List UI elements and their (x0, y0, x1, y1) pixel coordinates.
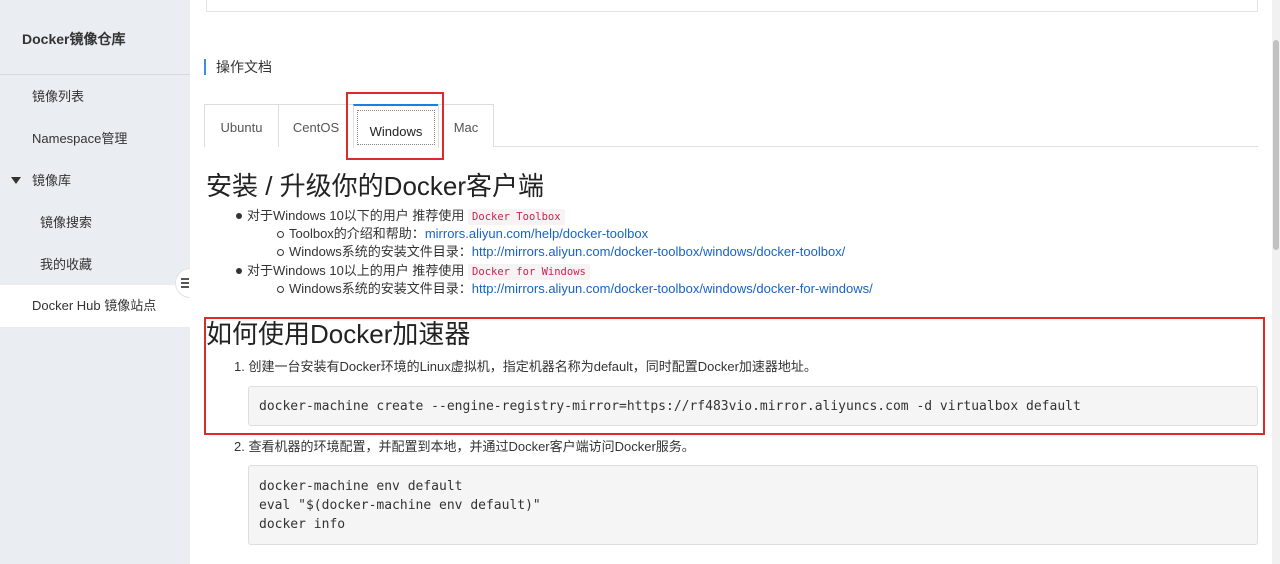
accelerator-step-1: 1. 创建一台安装有Docker环境的Linux虚拟机，指定机器名称为defau… (234, 359, 817, 374)
install-item-2: 对于Windows 10以上的用户 推荐使用 Docker for Window… (247, 262, 590, 281)
docker-toolbox-code: Docker Toolbox (468, 209, 565, 225)
sidebar-item-favorites[interactable]: 我的收藏 (0, 244, 190, 286)
code-block-env: docker-machine env default eval "$(docke… (248, 465, 1258, 545)
collapse-icon (181, 278, 189, 289)
bullet-icon (236, 268, 242, 274)
sidebar-item-label: Docker Hub 镜像站点 (32, 298, 157, 313)
caret-down-icon (11, 177, 21, 184)
install-sub-1: Toolbox的介绍和帮助：mirrors.aliyun.com/help/do… (289, 225, 648, 243)
sidebar-item-label: 我的收藏 (40, 257, 93, 272)
accelerator-heading: 如何使用Docker加速器 (206, 319, 471, 349)
code-line: docker-machine create --engine-registry-… (259, 399, 1081, 414)
sidebar-item-label: 镜像列表 (32, 89, 85, 104)
docker-for-windows-download-link[interactable]: http://mirrors.aliyun.com/docker-toolbox… (472, 281, 873, 296)
sidebar-item-label: 镜像库 (32, 173, 72, 188)
tab-centos[interactable]: CentOS (278, 104, 354, 147)
tab-ubuntu[interactable]: Ubuntu (204, 104, 279, 147)
install-item-2-text: 对于Windows 10以上的用户 推荐使用 (247, 263, 465, 278)
sidebar-item-docker-hub-mirror[interactable]: Docker Hub 镜像站点 (0, 285, 190, 327)
code-line: docker info (259, 517, 346, 532)
toolbox-help-link[interactable]: mirrors.aliyun.com/help/docker-toolbox (425, 226, 648, 241)
section-title: 操作文档 (204, 59, 272, 75)
toolbox-download-link[interactable]: http://mirrors.aliyun.com/docker-toolbox… (472, 244, 846, 259)
docker-for-windows-code: Docker for Windows (468, 264, 590, 280)
sidebar-item-label: Namespace管理 (32, 131, 128, 146)
sidebar-item-namespace[interactable]: Namespace管理 (0, 118, 190, 160)
tab-mac[interactable]: Mac (438, 104, 494, 147)
tab-label: Ubuntu (220, 120, 263, 135)
circle-bullet-icon (277, 249, 284, 256)
tab-label: Mac (453, 120, 479, 135)
main-content: 操作文档 Ubuntu CentOS Windows Mac 安装 / 升级你的… (190, 0, 1280, 564)
code-block-create-machine: docker-machine create --engine-registry-… (248, 386, 1258, 426)
circle-bullet-icon (277, 231, 284, 238)
app-root: Docker镜像仓库 镜像列表 Namespace管理 镜像库 镜像搜索 我的收… (0, 0, 1280, 564)
install-sub-2-text: Windows系统的安装文件目录： (289, 244, 472, 259)
sidebar-item-image-search[interactable]: 镜像搜索 (0, 202, 190, 244)
install-item-1: 对于Windows 10以下的用户 推荐使用 Docker Toolbox (247, 207, 565, 226)
top-panel-edge (206, 0, 1258, 12)
tab-label: CentOS (292, 120, 340, 135)
bullet-icon (236, 213, 242, 219)
sidebar-title: Docker镜像仓库 (0, 0, 190, 75)
install-sub-3-text: Windows系统的安装文件目录： (289, 281, 472, 296)
install-item-1-text: 对于Windows 10以下的用户 推荐使用 (247, 208, 465, 223)
tab-windows[interactable]: Windows (353, 104, 439, 148)
install-heading: 安装 / 升级你的Docker客户端 (206, 171, 545, 201)
tab-label: Windows (357, 110, 435, 145)
code-line: docker-machine env default (259, 479, 463, 494)
circle-bullet-icon (277, 286, 284, 293)
code-line: eval "$(docker-machine env default)" (259, 498, 541, 513)
sidebar-item-image-list[interactable]: 镜像列表 (0, 76, 190, 118)
sidebar-item-label: 镜像搜索 (40, 215, 93, 230)
install-sub-2: Windows系统的安装文件目录：http://mirrors.aliyun.c… (289, 243, 845, 261)
install-sub-3: Windows系统的安装文件目录：http://mirrors.aliyun.c… (289, 280, 873, 298)
sidebar: Docker镜像仓库 镜像列表 Namespace管理 镜像库 镜像搜索 我的收… (0, 0, 190, 564)
scrollbar-thumb[interactable] (1273, 40, 1279, 250)
accelerator-step-2: 2. 查看机器的环境配置，并配置到本地，并通过Docker客户端访问Docker… (234, 439, 695, 454)
sidebar-item-image-repo[interactable]: 镜像库 (0, 160, 190, 202)
install-sub-1-text: Toolbox的介绍和帮助： (289, 226, 425, 241)
